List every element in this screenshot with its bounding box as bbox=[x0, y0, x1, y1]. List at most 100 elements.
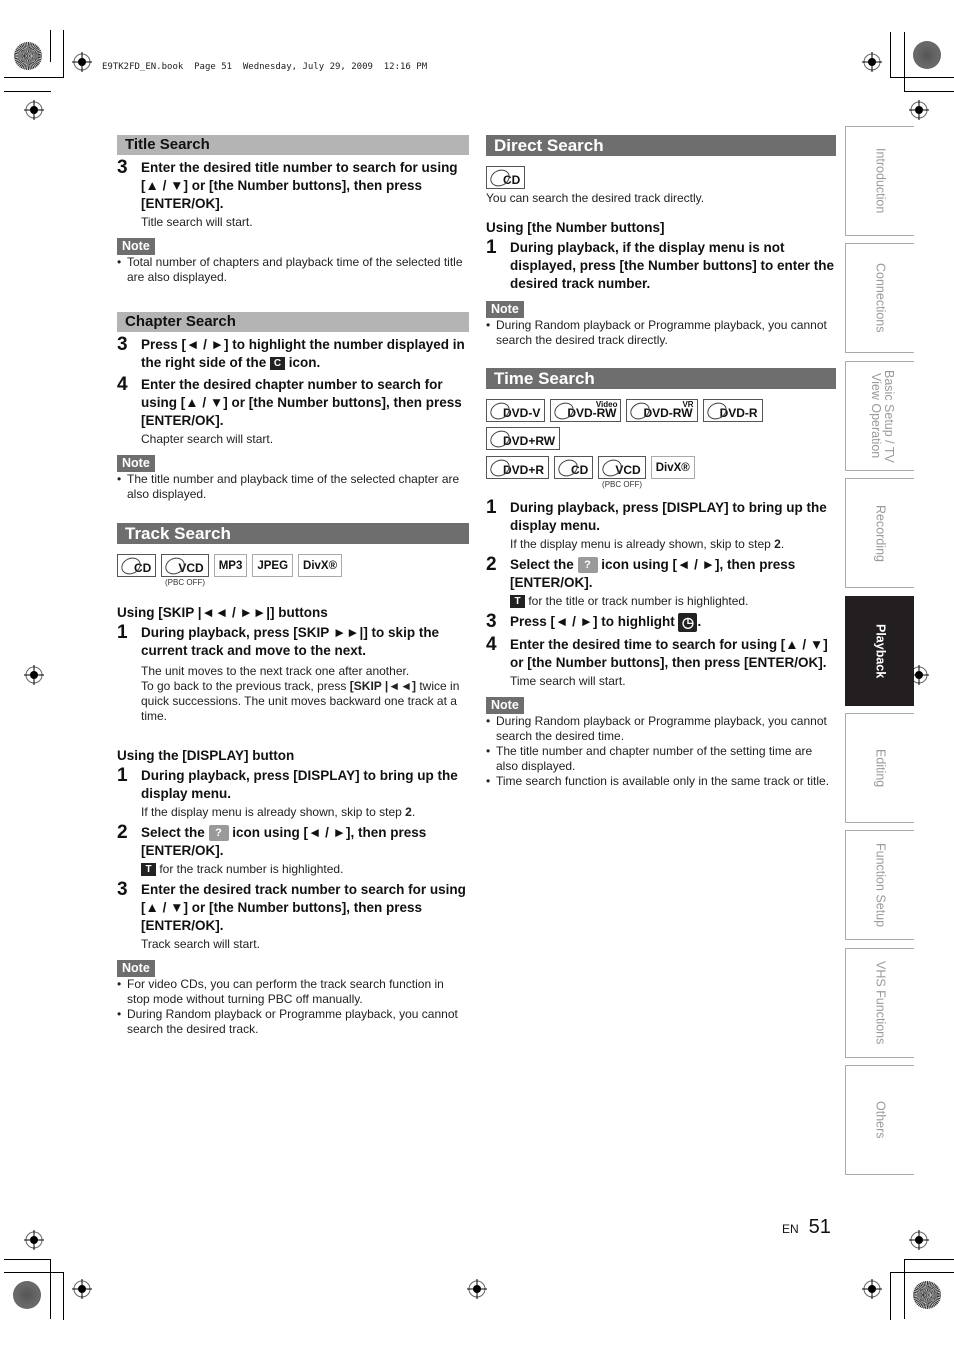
text-part: Select the bbox=[141, 825, 209, 840]
registration-rosette-top-left bbox=[14, 42, 42, 70]
side-tab-basic-setup[interactable]: Basic Setup / TV View Operation bbox=[845, 361, 914, 471]
text-part: 2 bbox=[405, 805, 412, 819]
step: 3 Press [◄ / ►] to highlight ◷. bbox=[486, 611, 836, 632]
step-text: Enter the desired title number to search… bbox=[141, 160, 458, 211]
text-part: To go back to the previous track, press bbox=[141, 679, 350, 693]
step-number: 2 bbox=[486, 554, 497, 575]
registration-target-icon bbox=[24, 100, 44, 120]
registration-target-icon bbox=[24, 665, 44, 685]
track-icon: T bbox=[141, 863, 156, 877]
side-tab-label: Connections bbox=[873, 263, 888, 333]
text-part: If the display menu is already shown, sk… bbox=[141, 805, 406, 819]
step-text: Enter the desired track number to search… bbox=[141, 882, 466, 933]
step-result-line: To go back to the previous track, press … bbox=[141, 679, 469, 724]
step: 1 During playback, press [DISPLAY] to br… bbox=[486, 497, 836, 552]
side-tab-connections[interactable]: Connections bbox=[845, 243, 914, 353]
step-text: During playback, if the display menu is … bbox=[510, 240, 835, 291]
side-tab-playback[interactable]: Playback bbox=[845, 596, 914, 706]
section-heading: Title Search bbox=[117, 135, 469, 155]
step-text: During playback, press [SKIP ►►|] to ski… bbox=[141, 625, 440, 658]
badge-sublabel: (PBC OFF) bbox=[165, 578, 206, 587]
media-badge-divx: DivX® bbox=[298, 554, 343, 587]
text-part: Press [◄ / ►] to highlight bbox=[510, 614, 679, 630]
section-heading: Chapter Search bbox=[117, 312, 469, 332]
step-text: Select the ? icon using [◄ / ►], then pr… bbox=[141, 824, 469, 860]
badge-label: VCD bbox=[598, 456, 646, 479]
text-part: for the title or track number is highlig… bbox=[525, 594, 749, 608]
side-tab-others[interactable]: Others bbox=[845, 1065, 914, 1175]
crop-mark bbox=[50, 30, 51, 62]
media-badge-cd: CD bbox=[117, 554, 157, 587]
subheading: Using [the Number buttons] bbox=[486, 220, 665, 235]
badge-label: DVD-R bbox=[702, 399, 763, 422]
badge-label: DivX® bbox=[298, 554, 343, 577]
badge-label: DivX® bbox=[650, 456, 695, 479]
step-number: 1 bbox=[117, 765, 128, 786]
step-number: 3 bbox=[486, 611, 497, 632]
step: 4 Enter the desired chapter number to se… bbox=[117, 374, 469, 447]
title-search-section: Title Search 3 Enter the desired title n… bbox=[117, 135, 469, 285]
side-tab-vhs-functions[interactable]: VHS Functions bbox=[845, 948, 914, 1058]
badge-text: DVD+RW bbox=[503, 434, 556, 448]
step: 1 During playback, if the display menu i… bbox=[486, 237, 836, 293]
title-track-icon: T bbox=[510, 595, 525, 609]
text-part: [SKIP |◄◄] bbox=[349, 679, 417, 693]
media-badge-dvd-rw-vr: VR DVD-RW bbox=[626, 399, 698, 422]
side-tab-function-setup[interactable]: Function Setup bbox=[845, 830, 914, 940]
step-number: 3 bbox=[117, 334, 128, 355]
time-search-section: Time Search DVD-V Video DVD-RW VR DVD-RW D… bbox=[486, 368, 836, 789]
media-badge-dvd-rw-video: Video DVD-RW bbox=[550, 399, 622, 422]
registration-rosette-bottom-left bbox=[13, 1281, 41, 1309]
note-item: The title number and chapter number of t… bbox=[486, 744, 836, 774]
registration-target-icon bbox=[862, 52, 882, 72]
step: 3 Press [◄ / ►] to highlight the number … bbox=[117, 334, 469, 372]
step-result: Track search will start. bbox=[141, 937, 260, 951]
media-badges: CD bbox=[486, 166, 836, 189]
media-badge-cd: CD bbox=[486, 166, 526, 189]
step-text: During playback, press [DISPLAY] to brin… bbox=[141, 768, 458, 801]
page-number: EN 51 bbox=[782, 1216, 831, 1239]
crop-mark bbox=[904, 1259, 905, 1319]
badge-label: VCD bbox=[161, 554, 209, 577]
media-badge-cd: CD bbox=[554, 456, 594, 489]
media-badges: CD VCD (PBC OFF) MP3 JPEG DivX® bbox=[117, 554, 469, 587]
media-badge-dvd-plus-r: DVD+R bbox=[486, 456, 550, 489]
note-item: During Random playback or Programme play… bbox=[117, 1007, 469, 1037]
crop-mark bbox=[4, 91, 51, 92]
media-badge-jpeg: JPEG bbox=[252, 554, 294, 587]
side-tab-editing[interactable]: Editing bbox=[845, 713, 914, 823]
side-tab-label: Editing bbox=[873, 748, 888, 788]
text-part: for the track number is highlighted. bbox=[156, 862, 344, 876]
section-heading: Time Search bbox=[486, 368, 836, 389]
step-result: If the display menu is already shown, sk… bbox=[510, 537, 836, 552]
badge-label: DVD+R bbox=[486, 456, 550, 479]
media-badge-vcd: VCD (PBC OFF) bbox=[161, 554, 209, 587]
side-tab-introduction[interactable]: Introduction bbox=[845, 126, 914, 236]
note-label: Note bbox=[117, 960, 155, 977]
badge-label: DVD+RW bbox=[486, 427, 561, 450]
side-tab-label: Playback bbox=[873, 623, 888, 679]
registration-target-icon bbox=[72, 1279, 92, 1299]
direct-search-section: Direct Search CD You can search the desi… bbox=[486, 135, 836, 348]
text-part: . bbox=[697, 614, 702, 630]
note-item: For video CDs, you can perform the track… bbox=[117, 977, 469, 1007]
step-result: T for the title or track number is highl… bbox=[510, 594, 836, 609]
crop-mark bbox=[4, 77, 64, 78]
badge-label: MP3 bbox=[213, 554, 248, 577]
step-number: 1 bbox=[486, 237, 497, 258]
subheading: Using [SKIP |◄◄ / ►►|] buttons bbox=[117, 605, 328, 620]
step-result: The unit moves to the next track one aft… bbox=[141, 664, 469, 724]
step-text: Enter the desired time to search for usi… bbox=[510, 637, 828, 670]
registration-target-icon bbox=[862, 1279, 882, 1299]
crop-mark bbox=[63, 1272, 64, 1320]
step-text: Select the ? icon using [◄ / ►], then pr… bbox=[510, 556, 836, 592]
media-badge-vcd: VCD (PBC OFF) bbox=[598, 456, 646, 489]
note-item: During Random playback or Programme play… bbox=[486, 714, 836, 744]
book-info-line: E9TK2FD_EN.book Page 51 Wednesday, July … bbox=[102, 62, 428, 72]
badge-tag: Video bbox=[595, 400, 618, 409]
note-item: During Random playback or Programme play… bbox=[486, 318, 836, 348]
side-tab-recording[interactable]: Recording bbox=[845, 478, 914, 588]
track-search-section: Track Search CD VCD (PBC OFF) MP3 JPEG Di… bbox=[117, 523, 469, 1037]
side-tab-label: Recording bbox=[873, 504, 888, 562]
intro-text: You can search the desired track directl… bbox=[486, 191, 705, 205]
